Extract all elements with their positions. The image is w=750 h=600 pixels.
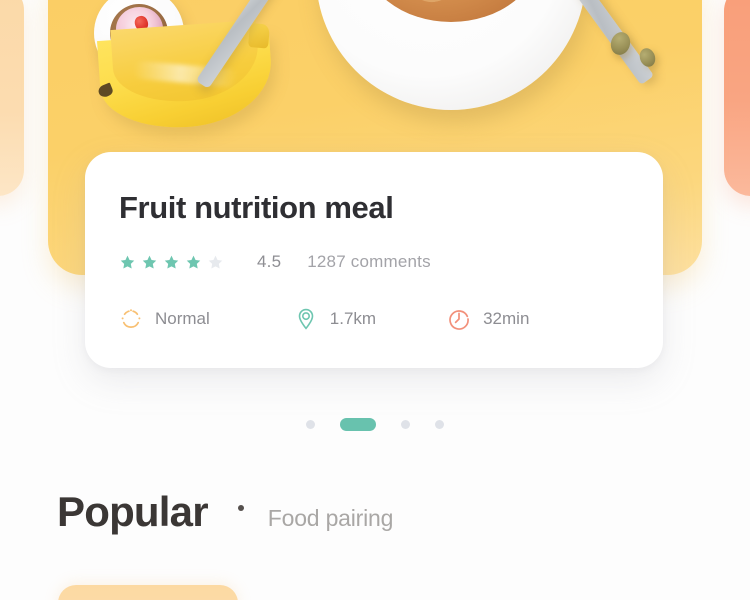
carousel-dot-4[interactable] bbox=[435, 420, 444, 429]
banana-stem-tip bbox=[96, 82, 115, 99]
meta-label-distance: 1.7km bbox=[329, 309, 377, 328]
clock-icon bbox=[449, 310, 469, 330]
section-subtitle[interactable]: Food pairing bbox=[268, 505, 394, 532]
popular-item-card[interactable] bbox=[58, 585, 238, 600]
star-icon-empty bbox=[208, 255, 223, 269]
star-icon-filled bbox=[164, 255, 179, 269]
carousel-dot-3[interactable] bbox=[401, 420, 410, 429]
carousel-dot-1[interactable] bbox=[306, 420, 315, 429]
star-rating[interactable] bbox=[119, 254, 224, 271]
app-root: Fruit nutrition meal 4.5 1287 comments N… bbox=[0, 0, 750, 600]
meal-meta-row: Normal 1.7km 32min bbox=[119, 307, 639, 331]
banana-stem bbox=[248, 22, 271, 49]
rating-row: 4.5 1287 comments bbox=[119, 251, 431, 273]
banana-icon bbox=[96, 19, 275, 133]
pasta-mound bbox=[362, 0, 540, 22]
carousel-pagination[interactable] bbox=[0, 418, 750, 431]
section-header: Popular Food pairing bbox=[57, 488, 393, 536]
dashed-circle-icon bbox=[121, 309, 141, 328]
star-icon-filled bbox=[186, 255, 201, 269]
meta-item-difficulty[interactable]: Normal bbox=[119, 307, 210, 331]
meta-item-time[interactable]: 32min bbox=[447, 307, 529, 331]
carousel-peek-card-right[interactable] bbox=[724, 0, 750, 196]
section-title: Popular bbox=[57, 488, 209, 535]
carousel-dot-2-active[interactable] bbox=[340, 418, 376, 431]
rating-score: 4.5 bbox=[257, 252, 282, 271]
pasta-plate-icon bbox=[316, 0, 586, 110]
meta-label-time: 32min bbox=[483, 309, 530, 328]
meta-item-distance[interactable]: 1.7km bbox=[294, 307, 376, 331]
carousel-peek-card-left[interactable] bbox=[0, 0, 24, 196]
section-separator-dot bbox=[237, 505, 244, 511]
location-pin-icon bbox=[298, 308, 314, 330]
comments-count: 1287 comments bbox=[307, 252, 431, 271]
star-icon-filled bbox=[142, 255, 157, 269]
star-icon-filled bbox=[120, 255, 135, 269]
meal-info-card[interactable]: Fruit nutrition meal 4.5 1287 comments N… bbox=[85, 152, 663, 368]
meta-label-difficulty: Normal bbox=[155, 309, 210, 328]
meal-title: Fruit nutrition meal bbox=[119, 190, 394, 225]
